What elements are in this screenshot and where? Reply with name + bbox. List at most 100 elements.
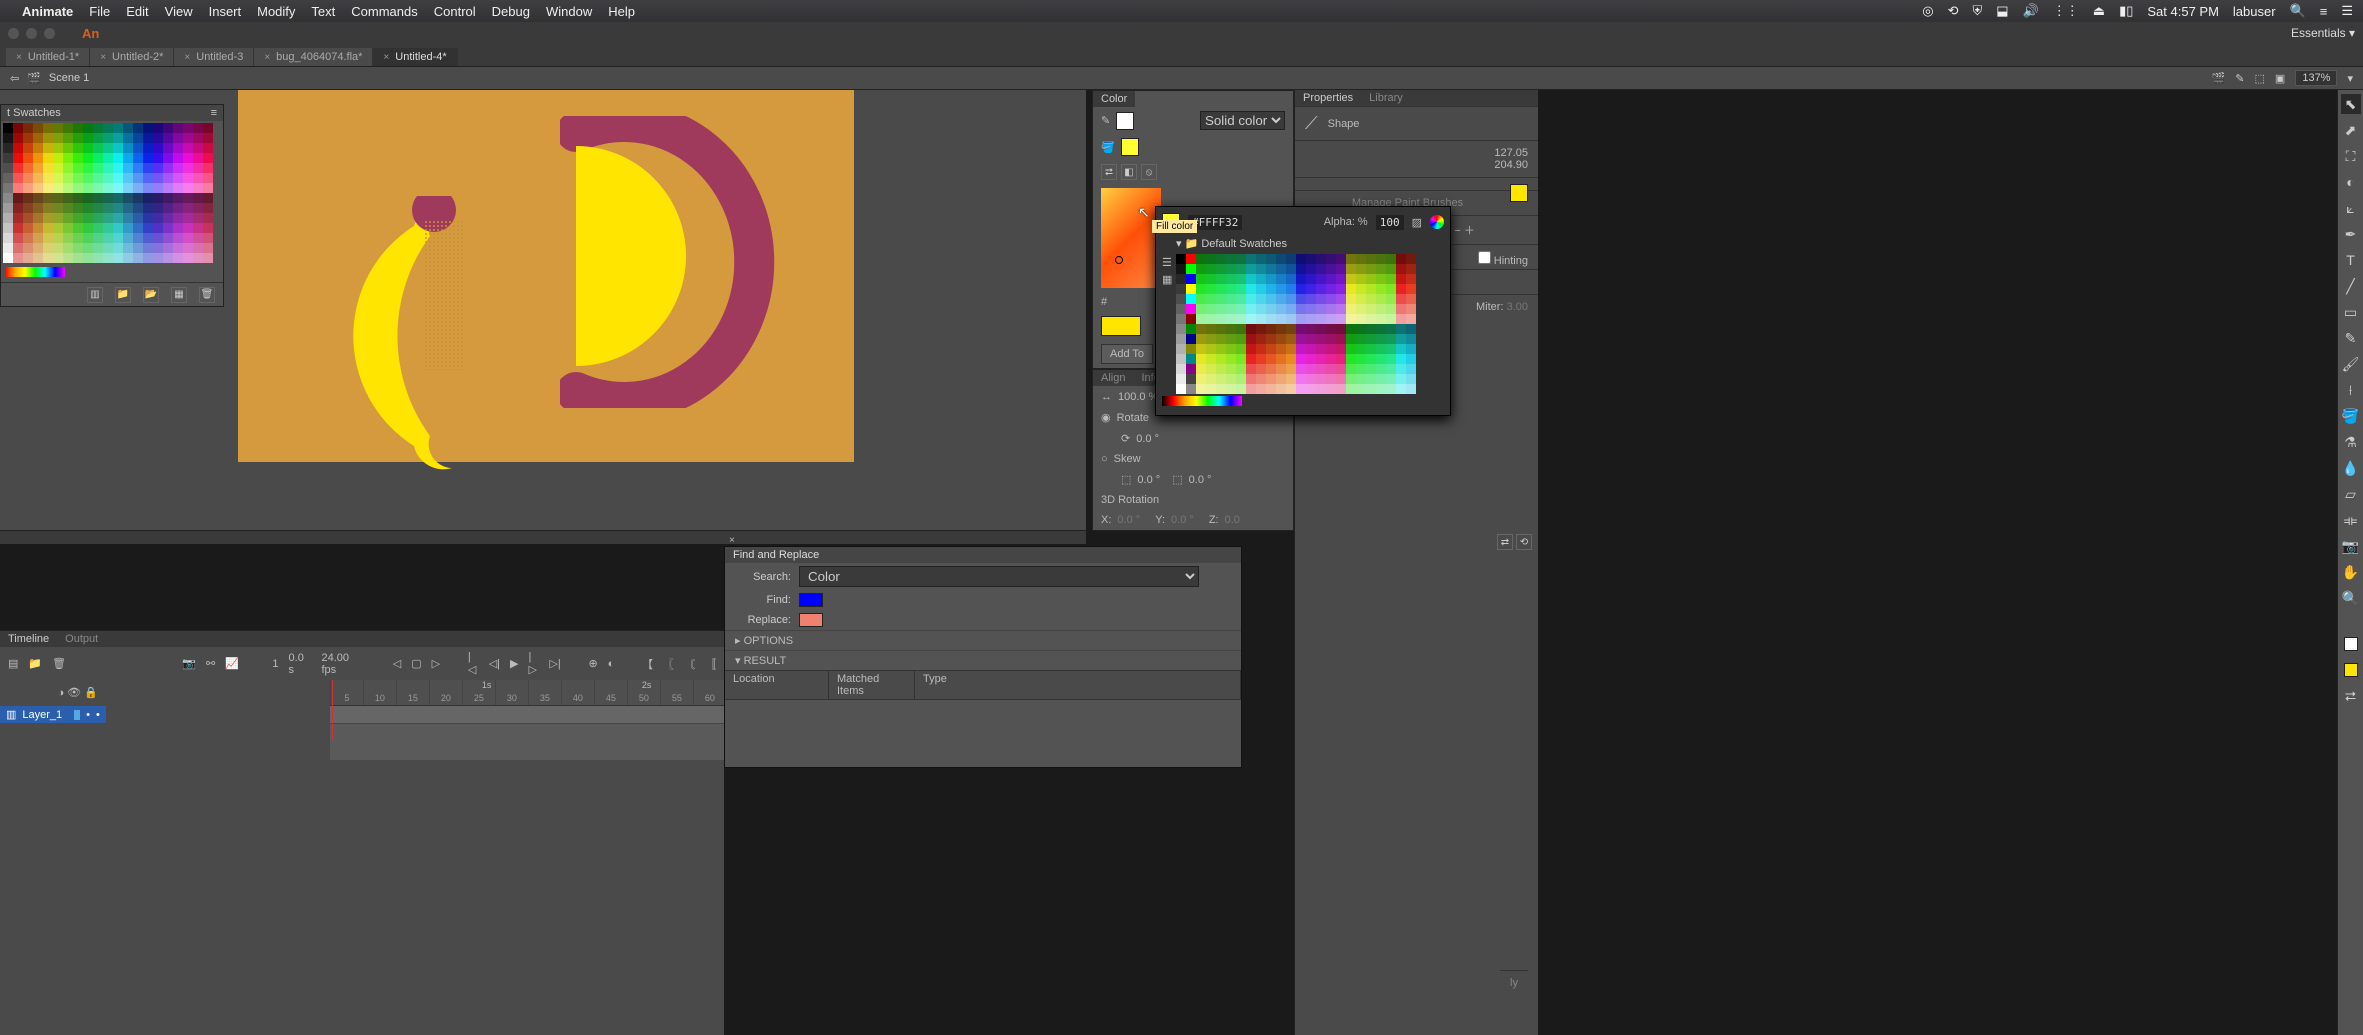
eject-icon[interactable]: ⏏ <box>2093 3 2105 19</box>
swatch-cell[interactable] <box>1296 344 1306 354</box>
swatch-cell[interactable] <box>93 133 103 143</box>
zoom-value[interactable]: 137% <box>2295 70 2337 86</box>
shield-icon[interactable]: ⛨ <box>1973 3 1983 19</box>
swatch-cell[interactable] <box>1396 254 1406 264</box>
swatch-cell[interactable] <box>163 233 173 243</box>
menu-view[interactable]: View <box>165 4 193 19</box>
stroke-swatch[interactable] <box>1116 112 1134 130</box>
swatch-cell[interactable] <box>1266 314 1276 324</box>
swatch-cell[interactable] <box>1246 254 1256 264</box>
swatch-cell[interactable] <box>23 143 33 153</box>
convert-icon[interactable]: ▦ <box>171 287 187 303</box>
swatch-cell[interactable] <box>203 233 213 243</box>
folder-icon[interactable]: 📁 <box>115 287 131 303</box>
swatch-cell[interactable] <box>173 253 183 263</box>
cc-icon[interactable]: ⟲ <box>1948 3 1959 19</box>
swatch-cell[interactable] <box>73 253 83 263</box>
swatch-cell[interactable] <box>1376 354 1386 364</box>
swatch-cell[interactable] <box>203 253 213 263</box>
swatch-cell[interactable] <box>103 183 113 193</box>
swatch-cell[interactable] <box>1336 314 1346 324</box>
swatch-cell[interactable] <box>203 153 213 163</box>
graph-icon[interactable]: 📈 <box>225 657 239 670</box>
pencil-tool[interactable]: ✎ <box>2341 328 2361 348</box>
swatch-cell[interactable] <box>113 193 123 203</box>
layer-row[interactable]: ▥ Layer_1 • • <box>0 706 106 723</box>
swatch-cell[interactable] <box>1366 284 1376 294</box>
swatch-cell[interactable] <box>1406 264 1416 274</box>
swatch-cell[interactable] <box>163 253 173 263</box>
swatch-cell[interactable] <box>1176 284 1186 294</box>
swatch-cell[interactable] <box>53 173 63 183</box>
results-list[interactable] <box>725 700 1241 750</box>
swatch-cell[interactable] <box>3 143 13 153</box>
app-name[interactable]: Animate <box>22 4 73 19</box>
swatch-cell[interactable] <box>1256 304 1266 314</box>
swatch-cell[interactable] <box>203 173 213 183</box>
swatch-cell[interactable] <box>53 193 63 203</box>
swatch-cell[interactable] <box>123 143 133 153</box>
swatch-cell[interactable] <box>1346 374 1356 384</box>
swatch-cell[interactable] <box>23 253 33 263</box>
swatch-cell[interactable] <box>103 193 113 203</box>
swatch-cell[interactable] <box>23 223 33 233</box>
layer-vis-dot[interactable]: • <box>86 709 90 721</box>
add-to-swatches-button[interactable]: Add To <box>1101 344 1153 364</box>
swatch-cell[interactable] <box>123 153 133 163</box>
swatch-cell[interactable] <box>103 203 113 213</box>
swatch-cell[interactable] <box>1236 334 1246 344</box>
swatch-cell[interactable] <box>1366 334 1376 344</box>
swatch-cell[interactable] <box>1316 384 1326 394</box>
swatch-cell[interactable] <box>1196 274 1206 284</box>
swatch-cell[interactable] <box>83 213 93 223</box>
layer-lock-dot[interactable]: • <box>96 709 100 721</box>
swatch-cell[interactable] <box>1246 344 1256 354</box>
align-tab[interactable]: Align <box>1093 370 1133 386</box>
doc-tab[interactable]: ×bug_4064074.fla* <box>254 48 373 66</box>
eraser-tool[interactable]: ▱ <box>2341 484 2361 504</box>
swatch-cell[interactable] <box>1206 324 1216 334</box>
swatch-cell[interactable] <box>1246 274 1256 284</box>
swatch-cell[interactable] <box>1266 264 1276 274</box>
swatch-cell[interactable] <box>1336 274 1346 284</box>
swatch-cell[interactable] <box>123 223 133 233</box>
swatch-cell[interactable] <box>73 143 83 153</box>
swatch-cell[interactable] <box>1386 344 1396 354</box>
swatch-cell[interactable] <box>83 163 93 173</box>
close-icon[interactable]: × <box>184 52 190 63</box>
text-tool[interactable]: T <box>2341 250 2361 270</box>
swatch-cell[interactable] <box>1306 324 1316 334</box>
swatch-cell[interactable] <box>203 203 213 213</box>
search-type-select[interactable]: Color <box>799 566 1199 587</box>
close-icon[interactable]: × <box>100 52 106 63</box>
swatch-cell[interactable] <box>163 213 173 223</box>
swatch-cell[interactable] <box>1266 284 1276 294</box>
lasso-tool[interactable]: ⟀ <box>2341 198 2361 218</box>
stage-h-scrollbar[interactable] <box>0 530 1086 544</box>
swatch-cell[interactable] <box>133 163 143 173</box>
swatch-cell[interactable] <box>1256 374 1266 384</box>
swatch-cell[interactable] <box>73 213 83 223</box>
swatch-cell[interactable] <box>1226 344 1236 354</box>
free-transform-tool[interactable]: ⛶ <box>2341 146 2361 166</box>
swatch-cell[interactable] <box>53 253 63 263</box>
swatch-cell[interactable] <box>1316 294 1326 304</box>
swatch-cell[interactable] <box>33 223 43 233</box>
trash-icon[interactable]: 🗑 <box>52 657 66 670</box>
swatch-cell[interactable] <box>43 123 53 133</box>
swatch-cell[interactable] <box>1206 284 1216 294</box>
swatch-cell[interactable] <box>33 233 43 243</box>
swatch-cell[interactable] <box>123 133 133 143</box>
notification-icon[interactable]: ≡ <box>2320 4 2328 19</box>
swatch-cell[interactable] <box>163 123 173 133</box>
swatch-cell[interactable] <box>203 213 213 223</box>
swatch-cell[interactable] <box>1226 264 1236 274</box>
swatch-cell[interactable] <box>1276 254 1286 264</box>
swatch-cell[interactable] <box>113 143 123 153</box>
swatch-cell[interactable] <box>1176 304 1186 314</box>
swatch-cell[interactable] <box>1196 254 1206 264</box>
swatch-cell[interactable] <box>73 153 83 163</box>
swatch-cell[interactable] <box>103 253 113 263</box>
width-minus[interactable]: − <box>1454 225 1460 237</box>
eyedropper-tool[interactable]: 💧 <box>2341 458 2361 478</box>
